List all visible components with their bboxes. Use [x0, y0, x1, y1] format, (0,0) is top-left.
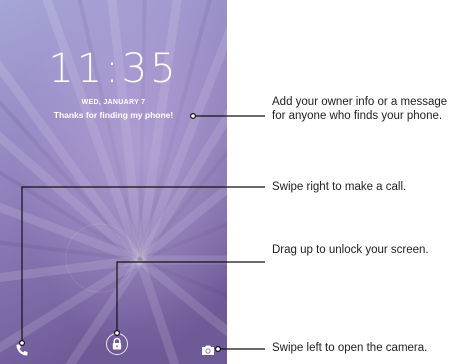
lockscreen-date: WED, JANUARY 7	[81, 99, 146, 106]
unlock-handle[interactable]	[106, 333, 128, 355]
callout-camera: Swipe left to open the camera.	[272, 342, 428, 354]
camera-icon[interactable]	[200, 342, 216, 358]
owner-message: Thanks for finding my phone!	[53, 110, 174, 120]
phone-lockscreen: 11:35 WED, JANUARY 7 Thanks for finding …	[0, 0, 227, 364]
callout-make-call: Swipe right to make a call.	[272, 181, 407, 193]
callout-unlock: Drag up to unlock your screen.	[272, 244, 429, 256]
lock-icon	[112, 337, 122, 350]
lockscreen-clock: 11:35	[48, 46, 179, 92]
callout-owner-info: Add your owner info or a message for any…	[272, 96, 448, 122]
phone-icon[interactable]	[14, 342, 30, 358]
